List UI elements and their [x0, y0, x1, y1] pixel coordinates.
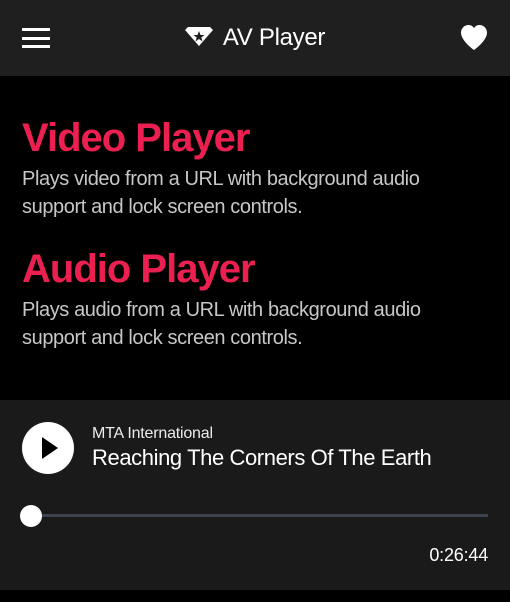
- video-player-title: Video Player: [22, 116, 488, 161]
- track-info: MTA International Reaching The Corners O…: [92, 425, 431, 471]
- duration-label: 0:26:44: [429, 545, 488, 566]
- app-title-container: AV Player: [185, 24, 325, 52]
- play-icon: [42, 437, 58, 459]
- track-title: Reaching The Corners Of The Earth: [92, 445, 431, 471]
- top-bar: AV Player: [0, 0, 510, 76]
- progress-area: 0:26:44: [22, 514, 488, 566]
- audio-player-section[interactable]: Audio Player Plays audio from a URL with…: [22, 247, 488, 352]
- audio-player-desc: Plays audio from a URL with background a…: [22, 296, 488, 352]
- play-button[interactable]: [22, 422, 74, 474]
- now-playing-bar: MTA International Reaching The Corners O…: [0, 400, 510, 590]
- audio-player-title: Audio Player: [22, 247, 488, 292]
- player-row: MTA International Reaching The Corners O…: [22, 422, 488, 474]
- app-title: AV Player: [223, 24, 325, 52]
- favorite-icon[interactable]: [460, 25, 488, 51]
- content-area: Video Player Plays video from a URL with…: [0, 76, 510, 400]
- video-player-section[interactable]: Video Player Plays video from a URL with…: [22, 116, 488, 221]
- progress-bar[interactable]: [22, 514, 488, 517]
- progress-thumb[interactable]: [20, 505, 42, 527]
- time-row: 0:26:44: [22, 545, 488, 566]
- app-logo-icon: [185, 27, 213, 50]
- menu-icon[interactable]: [22, 28, 50, 48]
- video-player-desc: Plays video from a URL with background a…: [22, 165, 488, 221]
- track-artist: MTA International: [92, 425, 431, 443]
